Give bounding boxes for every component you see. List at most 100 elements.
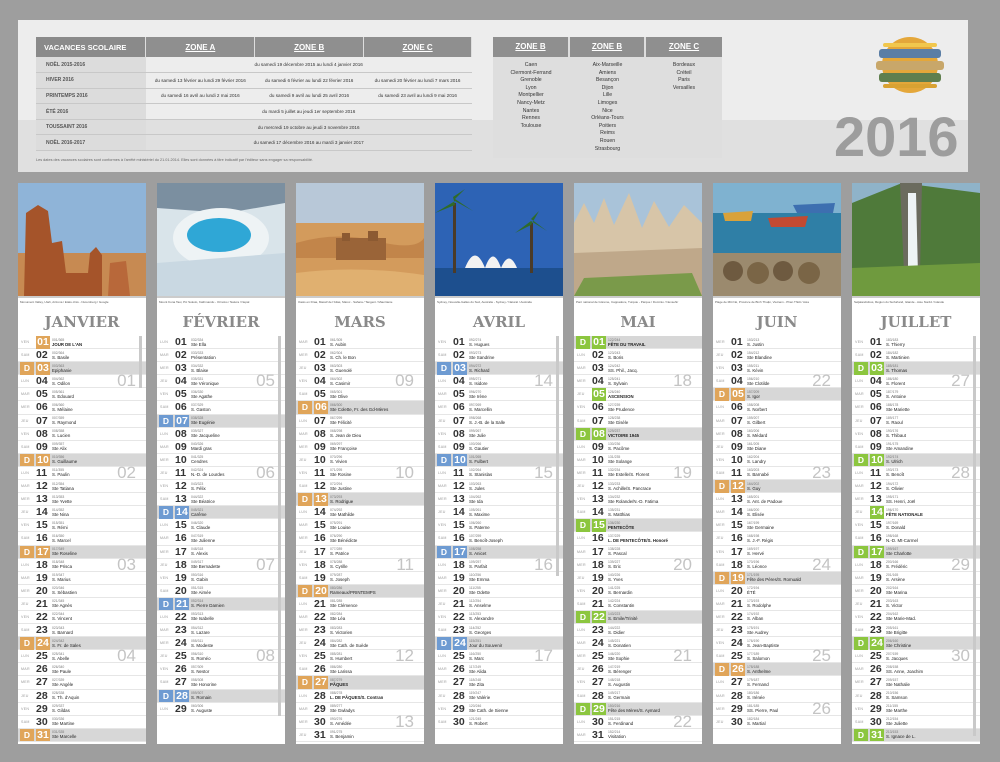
day-number: 10 <box>731 453 743 466</box>
day-number: 18 <box>453 558 465 571</box>
day-number: 20 <box>314 584 328 598</box>
day-row: MER 27 118/248 Ste Zita <box>435 676 563 690</box>
saint-name: S. Arsène <box>886 577 906 583</box>
weekday-label: SAM <box>438 353 447 358</box>
saint-name: S. Thibaut <box>886 433 906 439</box>
day-number: 22 <box>731 610 743 623</box>
day-number: 28 <box>731 689 743 702</box>
day-row: VEN 29 211/155 Ste Marthe <box>852 703 980 716</box>
day-row: JEU 09 161/205 Ste Diane <box>713 441 841 454</box>
saint-name: S. Edouard <box>52 393 74 399</box>
saint-name: S. Ignace de L. <box>886 734 916 740</box>
weekday-label: MER <box>716 614 725 619</box>
day-number: 21 <box>36 597 48 610</box>
sunday-marker: D <box>298 584 312 598</box>
weekday-label: JEU <box>855 510 863 515</box>
saint-name: S. Sylvain <box>608 380 628 386</box>
weekday-label: MAR <box>577 457 586 462</box>
weekday-label: MAR <box>716 693 725 698</box>
day-number: 01 <box>731 336 743 348</box>
week-number: 15 <box>534 463 553 482</box>
sunday-marker: D <box>437 637 451 650</box>
day-number: 31 <box>870 728 884 742</box>
sunday-marker: D <box>715 663 729 676</box>
day-number: 04 <box>314 375 326 388</box>
day-number: 12 <box>175 480 187 493</box>
sunday-marker: D <box>159 689 173 703</box>
day-number: 13 <box>592 493 604 506</box>
day-number: 15 <box>36 519 48 532</box>
day-number: 29 <box>453 702 465 715</box>
weekday-label: MAR <box>438 667 447 672</box>
day-number: 03 <box>36 362 50 375</box>
saint-name: Ste Emma <box>469 577 490 583</box>
day-number: 19 <box>870 571 882 584</box>
zone-city: Aix-Marseille <box>592 62 623 68</box>
zone-city: Orléans-Tours <box>591 115 624 122</box>
day-number: 08 <box>314 427 326 440</box>
saint-name: S. Marcellin <box>469 406 492 412</box>
photo-caption: Sydney, Nouvelle-Galles du Sud, Australi… <box>435 296 563 305</box>
weekday-label: JEU <box>716 536 724 541</box>
week-number: 21 <box>673 646 692 666</box>
day-number: 06 <box>870 401 882 414</box>
day-number: 20 <box>453 584 465 597</box>
weekday-label: JEU <box>855 601 863 606</box>
week-number: 30 <box>951 646 970 666</box>
sunday-marker: D <box>20 728 34 742</box>
saint-name: S. Alexandre <box>469 616 494 622</box>
photo-caption: Mount Kuna Taoi, Pic Sokolo, Kathmandu -… <box>157 296 285 305</box>
saint-name: Ste Alida <box>469 668 487 674</box>
weekday-label: VEN <box>299 562 308 567</box>
zone-city: Clermont-Ferrand <box>510 69 552 76</box>
day-row: SAM 09 191/175 Ste Amandine <box>852 441 980 454</box>
day-number: 22 <box>36 610 48 623</box>
day-number: 31 <box>36 728 50 742</box>
saint-name: S. Benjamin <box>330 734 354 740</box>
saint-name: Ste Béatrice <box>191 498 215 504</box>
day-number: 23 <box>870 624 882 637</box>
sunday-marker: D <box>437 362 451 375</box>
day-number: 18 <box>36 558 48 571</box>
saint-name: S. Guenolé <box>330 367 352 373</box>
weekday-label: MAR <box>438 484 447 489</box>
weekday-label: SAM <box>21 536 30 541</box>
day-number: 24 <box>314 637 326 650</box>
weekday-label: JEU <box>577 667 585 672</box>
saint-name: Ste Agnès <box>52 603 73 609</box>
saint-name: Ste Valérie <box>469 695 491 701</box>
saint-name: Ste Cath. de Sienne <box>469 708 509 714</box>
weekday-label: SAM <box>438 628 447 633</box>
month-name: AVRIL <box>472 313 526 331</box>
saint-name: S. Roméo <box>191 655 211 661</box>
weekday-label: SAM <box>855 353 864 358</box>
saint-name: Ste Justine <box>330 485 352 491</box>
sunday-marker: D <box>298 676 312 689</box>
saint-name: Ste Aimée <box>191 590 212 596</box>
weekday-label: LUN <box>21 470 30 475</box>
saint-name: Ste Paule <box>52 668 72 674</box>
day-number: 01 <box>314 336 326 348</box>
day-row: VEN 29 029/337 S. Gildas <box>18 703 146 716</box>
day-row: MER 20 020/346 S. Sébastien <box>18 585 146 598</box>
day-row: DIMD31213/153S. Ignace de L. <box>852 728 980 742</box>
saint-name: Ste Honorine <box>191 681 217 687</box>
day-number: 13 <box>175 493 187 506</box>
day-number: 16 <box>592 532 604 545</box>
saint-name: S. Benoît-Joseph <box>469 537 503 543</box>
weekday-label: SAM <box>299 575 308 580</box>
saint-name: Ste Germaine <box>747 524 775 530</box>
weekday-label: VEN <box>438 614 447 619</box>
day-number: 27 <box>314 676 328 689</box>
zone-city: Montpellier <box>518 92 544 99</box>
weekday-label: SAM <box>716 654 725 659</box>
day-row: MAR 01 061/305 S. Aubin <box>296 336 424 350</box>
saint-name: S. Achille/S. Pancrace <box>608 485 652 491</box>
week-number: 12 <box>395 646 414 666</box>
day-row: SAM 28 149/217 S. Germain <box>574 690 702 703</box>
day-row: DIMD28059/307S. Romain <box>157 689 285 703</box>
saint-name: S. Norbert <box>747 406 768 412</box>
day-row: SAM 16 016/350 S. Marcel <box>18 532 146 546</box>
day-row: JEU 16 168/198 S. J.-F. Régis <box>713 532 841 546</box>
week-number: 08 <box>256 646 275 666</box>
